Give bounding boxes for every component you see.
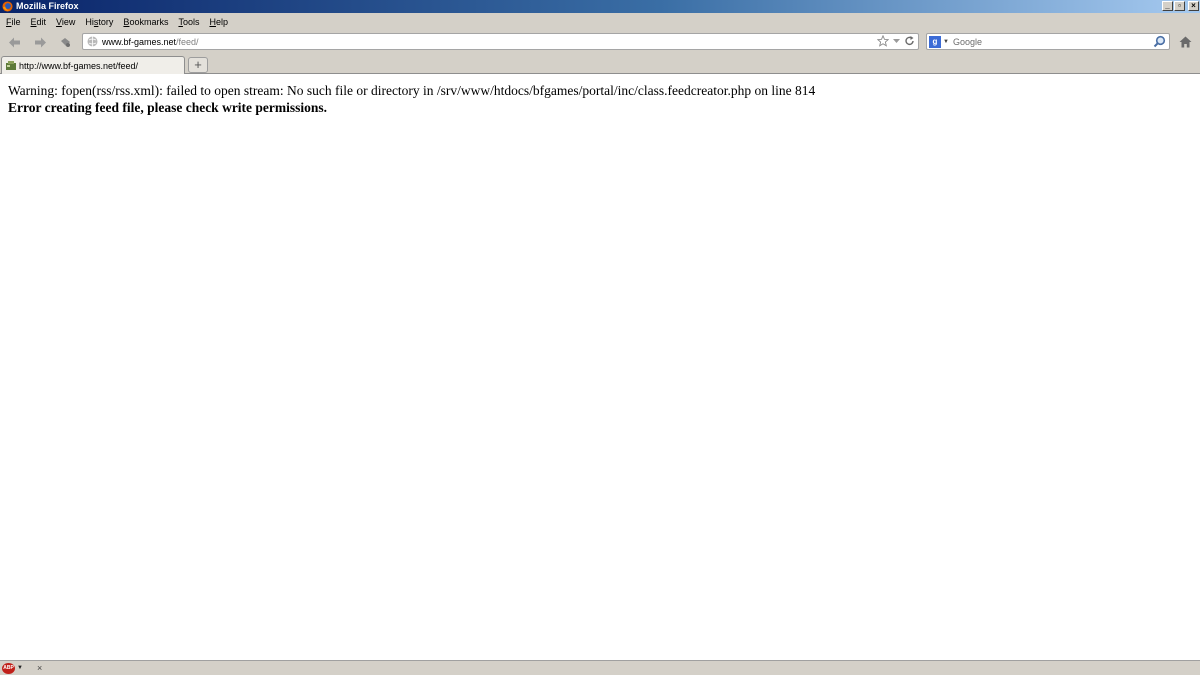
- new-tab-button[interactable]: +: [188, 57, 208, 73]
- google-engine-icon[interactable]: g: [929, 35, 941, 48]
- back-button[interactable]: [6, 34, 22, 50]
- menu-edit[interactable]: Edit: [31, 17, 53, 27]
- reload-icon[interactable]: [904, 35, 915, 47]
- url-bar[interactable]: www.bf-games.net/feed/: [82, 33, 919, 50]
- tab-bf-games-feed[interactable]: http://www.bf-games.net/feed/: [1, 56, 185, 74]
- page-content: Warning: fopen(rss/rss.xml): failed to o…: [0, 75, 1200, 660]
- tab-strip: http://www.bf-games.net/feed/ +: [0, 54, 1200, 74]
- search-magnifier-icon[interactable]: [1153, 35, 1166, 48]
- addon-puzzle-icon: [60, 37, 70, 47]
- feed-error-text: Error creating feed file, please check w…: [8, 100, 328, 115]
- close-addon-bar-icon[interactable]: ×: [37, 663, 42, 673]
- search-input[interactable]: Google: [953, 37, 982, 47]
- site-identity-button[interactable]: [57, 34, 73, 50]
- php-warning-text: Warning: fopen(rss/rss.xml): failed to o…: [8, 83, 816, 98]
- menu-file[interactable]: File: [6, 17, 27, 27]
- menu-bar: File Edit View History Bookmarks Tools H…: [0, 13, 1200, 30]
- back-arrow-icon: [8, 37, 20, 47]
- menu-tools[interactable]: Tools: [178, 17, 205, 27]
- adblock-dropdown-icon[interactable]: ▼: [17, 665, 23, 671]
- menu-help[interactable]: Help: [209, 17, 234, 27]
- globe-icon: [87, 36, 98, 47]
- search-engine-dropdown-icon[interactable]: ▼: [943, 39, 949, 45]
- window-title: Mozilla Firefox: [16, 1, 79, 11]
- site-favicon-icon: [6, 60, 16, 70]
- url-host: www.bf-games.net: [102, 36, 177, 47]
- menu-bookmarks[interactable]: Bookmarks: [123, 17, 174, 27]
- window-titlebar: Mozilla Firefox _ ▫ ×: [0, 0, 1200, 13]
- url-path: /feed/: [176, 36, 199, 47]
- restore-button[interactable]: ▫: [1174, 1, 1185, 11]
- search-bar[interactable]: g ▼ Google: [926, 33, 1170, 50]
- navigation-toolbar: www.bf-games.net/feed/ g ▼ Google: [0, 30, 1200, 54]
- close-window-button[interactable]: ×: [1188, 1, 1199, 11]
- bookmark-star-icon[interactable]: [877, 35, 889, 47]
- menu-history[interactable]: History: [85, 17, 119, 27]
- url-dropdown-chevron-icon[interactable]: [892, 35, 901, 47]
- forward-button[interactable]: [32, 34, 48, 50]
- minimize-button[interactable]: _: [1162, 1, 1173, 11]
- window-controls: _ ▫ ×: [1162, 1, 1199, 11]
- home-icon[interactable]: [1179, 36, 1192, 48]
- url-bar-actions: [877, 35, 915, 47]
- menu-view[interactable]: View: [56, 17, 81, 27]
- adblock-plus-icon[interactable]: ABP: [2, 662, 15, 674]
- tab-title: http://www.bf-games.net/feed/: [19, 60, 139, 71]
- addon-bar: ABP ▼ ×: [0, 660, 1200, 675]
- forward-arrow-icon: [34, 37, 46, 47]
- firefox-logo-icon: [2, 1, 13, 12]
